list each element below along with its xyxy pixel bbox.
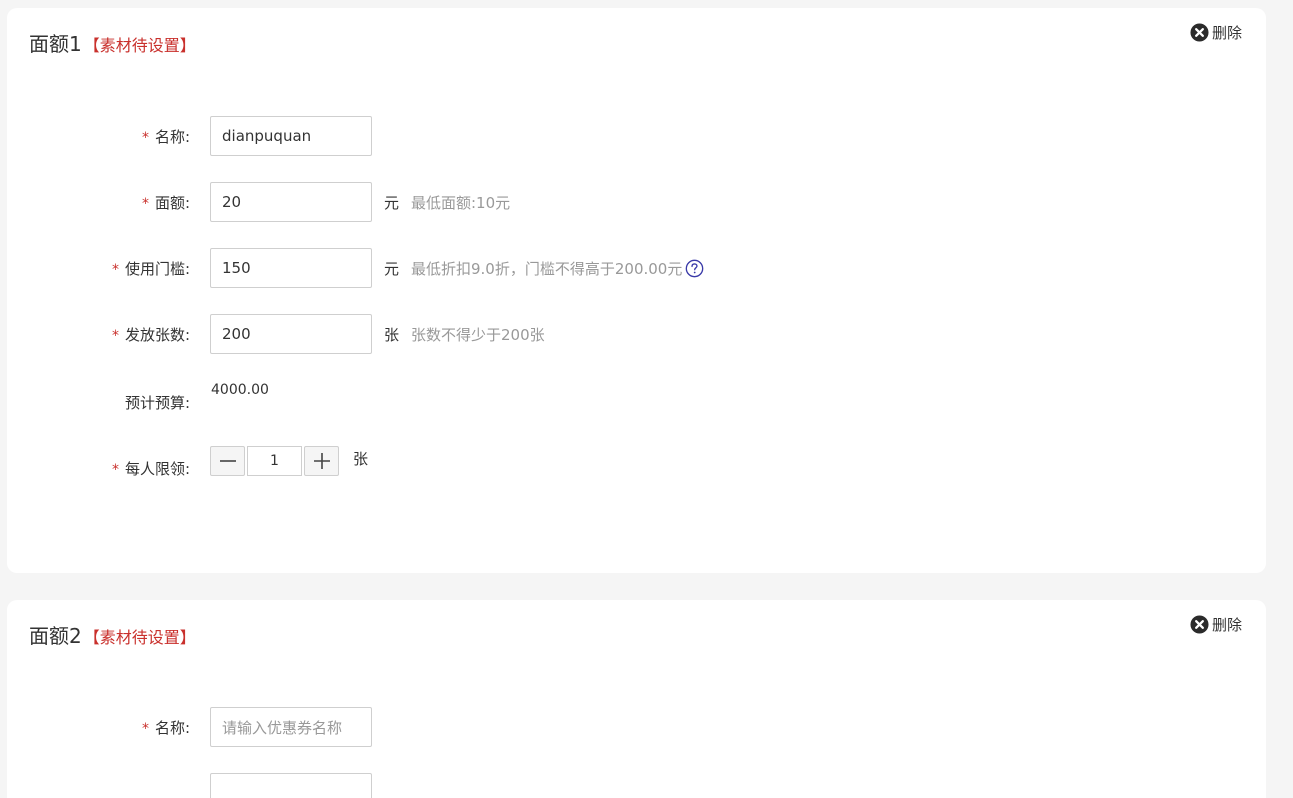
delete-button[interactable]: 删除 (1190, 22, 1242, 43)
question-circle-icon[interactable] (685, 259, 704, 278)
material-status-tag: 【素材待设置】 (83, 36, 196, 55)
increment-button[interactable] (304, 446, 339, 476)
coupon-card-1: 面额1 【素材待设置】 删除 * 名称: dianpuquan * 面额: 20 元… (7, 8, 1266, 573)
field-row-limit: * 每人限领: 1 张 (7, 446, 1266, 486)
card-title-text: 面额1 (29, 32, 82, 56)
card-title: 面额2 【素材待设置】 (29, 620, 196, 649)
budget-value: 4000.00 (211, 382, 269, 398)
decrement-button[interactable] (210, 446, 245, 476)
unit-label: 张 (384, 325, 400, 344)
next-input[interactable] (210, 773, 372, 798)
delete-label: 删除 (1211, 616, 1242, 634)
unit-label: 元 (384, 193, 400, 212)
card-title-text: 面额2 (29, 624, 82, 648)
name-input[interactable]: dianpuquan (210, 116, 372, 156)
field-label-text: 使用门槛: (124, 259, 190, 278)
field-label: * 名称: (7, 126, 190, 147)
field-row-name: * 名称: 请输入优惠券名称 (7, 707, 1266, 747)
field-label-text: 名称: (154, 718, 190, 737)
required-mark: * (111, 261, 119, 278)
hint-text: 最低面额:10元 (411, 193, 511, 212)
field-row-next (7, 773, 1266, 798)
close-circle-icon (1190, 615, 1209, 634)
required-mark: * (111, 462, 119, 478)
field-label-text: 面额: (154, 193, 190, 212)
delete-button[interactable]: 删除 (1190, 614, 1242, 635)
required-mark: * (141, 129, 149, 146)
plus-icon (313, 453, 330, 469)
field-label: 预计预算: (124, 394, 190, 412)
field-label-text: 名称: (154, 127, 190, 146)
required-mark: * (141, 195, 149, 212)
unit-label: 元 (384, 259, 400, 278)
hint-text: 最低折扣9.0折，门槛不得高于200.00元 (411, 258, 704, 279)
field-label-text: 每人限领: (124, 460, 190, 478)
field-label: * 每人限领: (7, 458, 190, 479)
amount-input[interactable]: 20 (210, 182, 372, 222)
card-title: 面额1 【素材待设置】 (29, 28, 196, 57)
field-row-threshold: * 使用门槛: 150 元 最低折扣9.0折，门槛不得高于200.00元 (7, 248, 1266, 288)
material-status-tag: 【素材待设置】 (83, 628, 196, 647)
delete-label: 删除 (1211, 24, 1242, 42)
field-label: * 使用门槛: (7, 258, 190, 279)
hint-text-content: 最低折扣9.0折，门槛不得高于200.00元 (411, 259, 683, 278)
field-label: * 发放张数: (7, 324, 190, 345)
field-label: * 名称: (7, 717, 190, 738)
hint-text: 张数不得少于200张 (411, 325, 545, 344)
unit-label: 张 (353, 450, 369, 468)
required-mark: * (111, 327, 119, 344)
name-input[interactable]: 请输入优惠券名称 (210, 707, 372, 747)
field-label: * 面额: (7, 192, 190, 213)
minus-icon (219, 460, 236, 462)
field-row-name: * 名称: dianpuquan (7, 116, 1266, 156)
close-circle-icon (1190, 23, 1209, 42)
quantity-stepper: 1 (210, 446, 339, 476)
field-row-quantity: * 发放张数: 200 张 张数不得少于200张 (7, 314, 1266, 354)
coupon-card-2: 面额2 【素材待设置】 删除 * 名称: 请输入优惠券名称 (7, 600, 1266, 798)
field-label-text: 发放张数: (124, 325, 190, 344)
field-row-amount: * 面额: 20 元 最低面额:10元 (7, 182, 1266, 222)
required-mark: * (141, 720, 149, 737)
stepper-value[interactable]: 1 (247, 446, 302, 476)
quantity-input[interactable]: 200 (210, 314, 372, 354)
field-row-budget: 预计预算: 4000.00 (7, 380, 1266, 420)
threshold-input[interactable]: 150 (210, 248, 372, 288)
